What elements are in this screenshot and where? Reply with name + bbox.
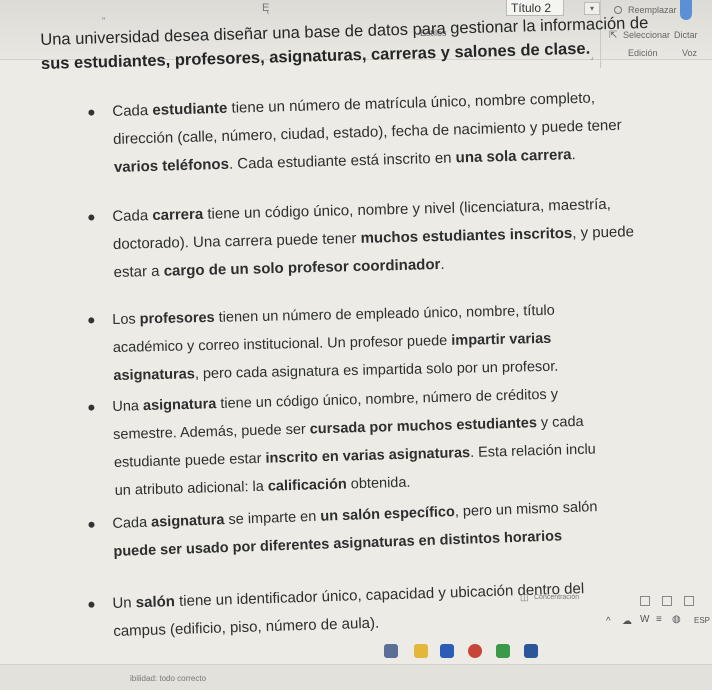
- bullet-dot: [88, 214, 95, 221]
- bullet-dot: [88, 109, 95, 116]
- bullet-dot: [88, 601, 95, 608]
- bold-text: asignatura: [142, 396, 217, 415]
- store-icon[interactable]: [440, 644, 454, 658]
- bold-text: un salón específico: [320, 504, 456, 525]
- text-run: académico y correo institucional. Un pro…: [112, 332, 452, 356]
- bullet-item: Cada asignatura se imparte en un salón e…: [88, 494, 598, 566]
- bold-text: cargo de un solo profesor coordinador: [163, 255, 441, 280]
- text-run: . Cada estudiante está inscrito en: [228, 149, 456, 173]
- text-run: estudiante puede estar: [113, 450, 266, 471]
- status-bar: ibilidad: todo correcto: [0, 664, 712, 690]
- bold-text: varios teléfonos: [113, 155, 230, 176]
- text-run: .: [440, 255, 445, 273]
- bold-text: asignatura: [150, 512, 225, 531]
- bullet-item: Un salón tiene un identificador único, c…: [88, 575, 584, 646]
- text-run: semestre. Además, puede ser: [112, 421, 310, 443]
- text-run: estar a: [113, 262, 164, 281]
- language-indicator[interactable]: ESP: [694, 616, 710, 625]
- bullet-item: Los profesores tienen un número de emple…: [88, 296, 584, 390]
- bold-text: profesores: [139, 309, 215, 328]
- text-run: , y puede: [572, 223, 635, 242]
- text-run: y cada: [536, 413, 584, 432]
- bold-text: asignaturas: [113, 366, 196, 384]
- bullet-dot: [88, 521, 95, 528]
- intro-paragraph: Una universidad desea diseñar una base d…: [40, 12, 648, 76]
- document-page[interactable]: Una universidad desea diseñar una base d…: [0, 0, 712, 690]
- bold-text: impartir varias: [451, 330, 552, 349]
- bullet-item: Cada carrera tiene un código único, nomb…: [88, 192, 634, 287]
- accessibility-status[interactable]: ibilidad: todo correcto: [130, 674, 206, 683]
- text-run: doctorado). Una carrera puede tener: [112, 229, 361, 253]
- bold-text: muchos estudiantes inscritos: [360, 224, 573, 247]
- text-run: Una: [112, 398, 144, 415]
- bullet-item: Una asignatura tiene un código único, no…: [88, 380, 596, 505]
- bold-text: carrera: [152, 205, 204, 225]
- text-run: se imparte en: [224, 508, 321, 529]
- text-run: Cada: [112, 207, 153, 225]
- bold-text: salón: [135, 593, 176, 612]
- text-run: campus (edificio, piso, número de aula).: [113, 614, 380, 640]
- file-explorer-icon[interactable]: [414, 644, 428, 658]
- read-mode-icon[interactable]: [640, 596, 650, 606]
- text-run: tiene un código único, nombre y nivel (l…: [203, 195, 612, 223]
- bold-text: una sola carrera: [455, 146, 572, 167]
- chevron-up-icon[interactable]: ^: [606, 616, 611, 627]
- focus-icon[interactable]: ◫: [520, 592, 529, 603]
- text-run: tienen un número de empleado único, nomb…: [214, 302, 555, 326]
- browser-icon[interactable]: [468, 644, 482, 658]
- bold-text: inscrito en varias asignaturas: [265, 445, 471, 467]
- bullet-item: Cada estudiante tiene un número de matrí…: [88, 85, 622, 182]
- text-run: Los: [112, 311, 140, 328]
- taskbar-app-icon[interactable]: [384, 644, 398, 658]
- bullet-dot: [88, 317, 95, 324]
- bold-text: estudiante: [152, 99, 228, 119]
- text-run: .: [571, 146, 576, 164]
- word-app-icon[interactable]: [524, 644, 538, 658]
- print-layout-icon[interactable]: [662, 596, 672, 606]
- web-layout-icon[interactable]: [684, 596, 694, 606]
- cloud-icon[interactable]: ☁: [622, 616, 632, 627]
- text-run: , pero un mismo salón: [454, 499, 598, 521]
- wifi-icon[interactable]: W: [640, 614, 649, 625]
- sound-icon[interactable]: ≡: [656, 614, 662, 625]
- focus-mode-label[interactable]: Concentración: [534, 594, 579, 601]
- bold-text: calificación: [267, 476, 348, 495]
- text-run: tiene un código único, nombre, número de…: [216, 386, 559, 413]
- text-run: obtenida.: [346, 474, 411, 493]
- bullet-dot: [88, 404, 95, 411]
- text-run: un atributo adicional: la: [114, 478, 269, 499]
- text-run: . Esta relación inclu: [469, 441, 596, 462]
- taskbar-app-icon[interactable]: [496, 644, 510, 658]
- text-run: tiene un número de matrícula único, nomb…: [227, 89, 596, 117]
- text-run: , pero cada asignatura es impartida solo…: [194, 358, 559, 383]
- battery-icon[interactable]: ◍: [672, 614, 681, 625]
- bold-text: cursada por muchos estudiantes: [309, 415, 538, 438]
- text-run: Cada: [112, 101, 153, 120]
- text-run: Cada: [112, 514, 152, 532]
- text-run: Un: [112, 594, 137, 612]
